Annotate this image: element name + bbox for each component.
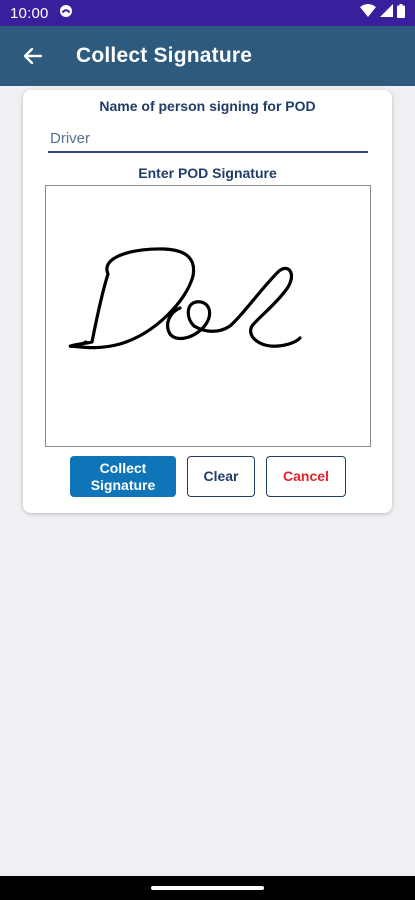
status-left: 10:00 — [10, 4, 73, 23]
page-title: Collect Signature — [76, 44, 253, 67]
cancel-button[interactable]: Cancel — [266, 456, 346, 497]
collect-signature-label: Collect Signature — [90, 459, 156, 493]
status-right — [360, 3, 405, 23]
arrow-left-icon — [23, 47, 42, 65]
battery-icon — [397, 3, 405, 23]
status-bar: 10:00 — [0, 0, 415, 26]
signature-pad[interactable] — [45, 185, 371, 447]
signer-name-input[interactable] — [48, 125, 368, 153]
back-button[interactable] — [18, 42, 46, 70]
collect-signature-button[interactable]: Collect Signature — [70, 456, 176, 497]
name-label: Name of person signing for POD — [99, 98, 316, 114]
signature-label: Enter POD Signature — [138, 165, 277, 181]
app-notification-icon — [59, 4, 73, 23]
wifi-icon — [360, 4, 376, 22]
status-time: 10:00 — [10, 4, 49, 22]
clear-button[interactable]: Clear — [187, 456, 255, 497]
app-bar: Collect Signature — [0, 26, 415, 86]
signal-icon — [380, 4, 393, 22]
navigation-bar — [0, 876, 415, 900]
home-handle[interactable] — [151, 886, 264, 890]
signature-card: Name of person signing for POD Enter POD… — [23, 90, 392, 513]
signature-drawing — [68, 247, 302, 350]
